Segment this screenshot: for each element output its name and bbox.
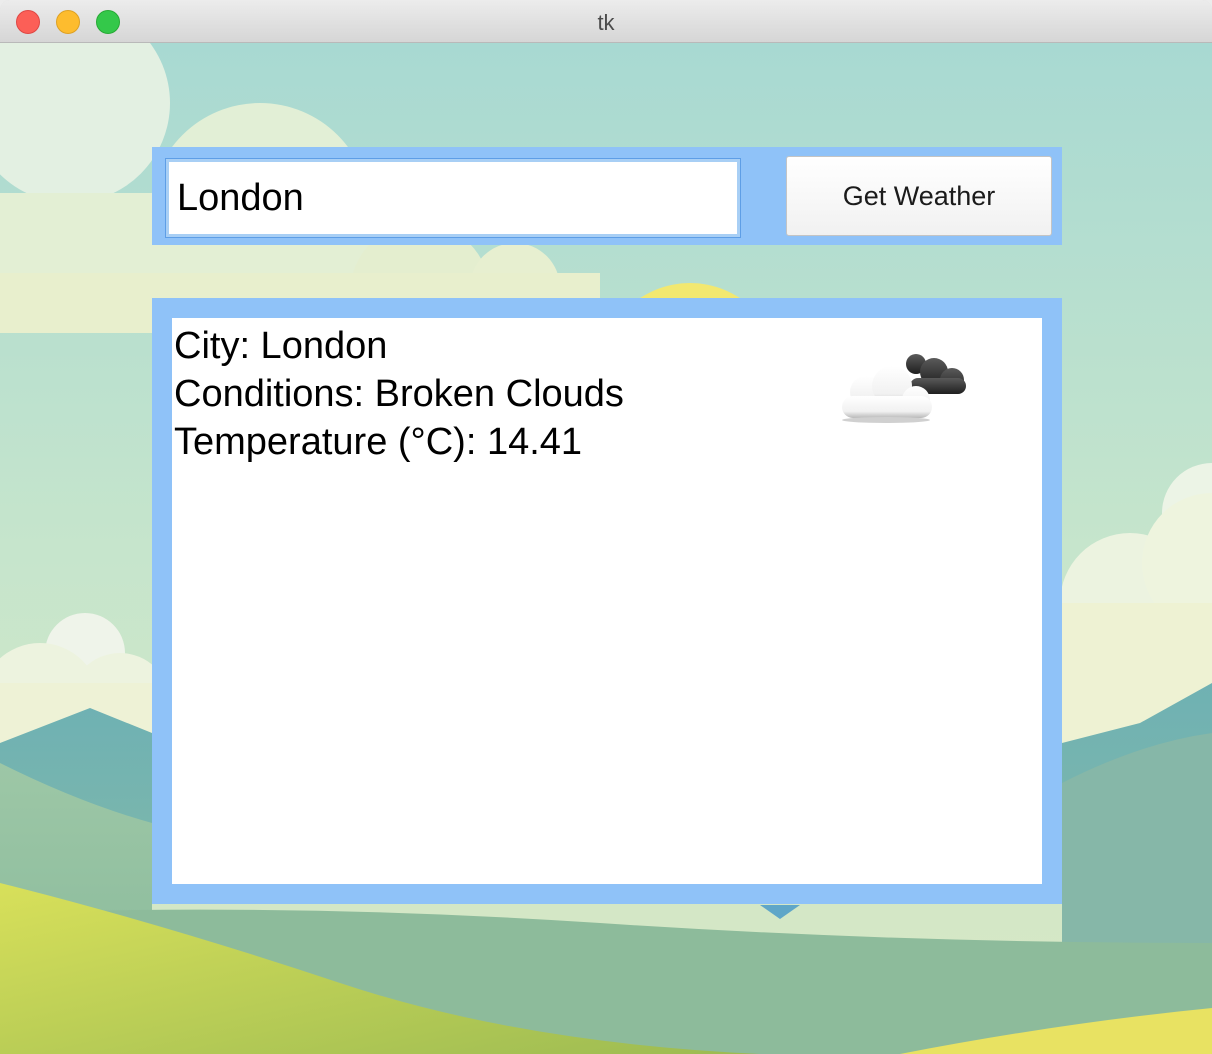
window-title: tk [597, 10, 615, 35]
title-bar[interactable]: tk [0, 0, 1212, 43]
result-frame: City: London Conditions: Broken Clouds T… [152, 298, 1062, 904]
conditions-result: Conditions: Broken Clouds [174, 373, 624, 415]
get-weather-button[interactable]: Get Weather [786, 156, 1052, 236]
window-content: Get Weather City: London Conditions: Bro… [0, 43, 1212, 1054]
result-panel: City: London Conditions: Broken Clouds T… [172, 318, 1042, 884]
search-frame: Get Weather [152, 147, 1062, 245]
city-input[interactable] [165, 158, 741, 238]
app-window: tk London Get Weather City: London Condi… [0, 0, 1212, 1054]
city-result: City: London [174, 325, 388, 367]
broken-clouds-icon [842, 354, 966, 423]
temperature-result: Temperature (°C): 14.41 [174, 421, 583, 463]
